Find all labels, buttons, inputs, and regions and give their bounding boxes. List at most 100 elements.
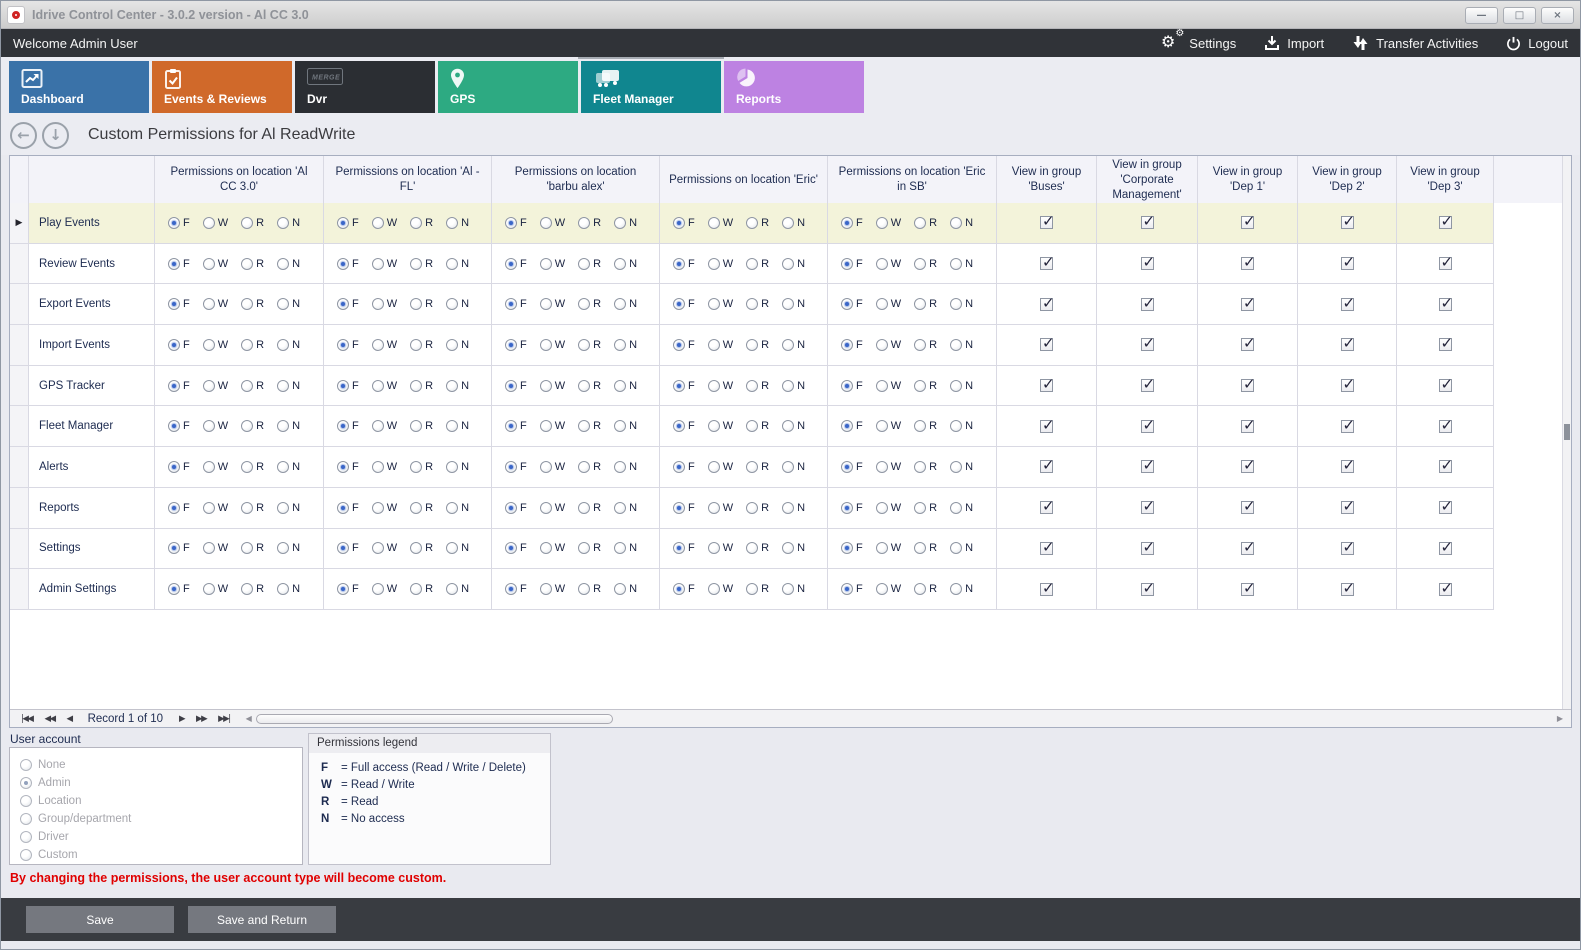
radio-option-N[interactable]: N xyxy=(446,502,469,514)
radio-W-icon[interactable] xyxy=(540,420,552,432)
radio-option-F[interactable]: F xyxy=(505,502,527,514)
radio-option-N[interactable]: N xyxy=(950,298,973,310)
radio-option-W[interactable]: W xyxy=(372,380,397,392)
radio-option-W[interactable]: W xyxy=(540,380,565,392)
logout-button[interactable]: Logout xyxy=(1506,36,1568,51)
radio-R-icon[interactable] xyxy=(578,502,590,514)
radio-option-W[interactable]: W xyxy=(708,542,733,554)
view-checkbox[interactable] xyxy=(1040,298,1053,311)
radio-F-icon[interactable] xyxy=(337,583,349,595)
radio-option-F[interactable]: F xyxy=(168,380,190,392)
radio-option-R[interactable]: R xyxy=(578,258,601,270)
radio-option-F[interactable]: F xyxy=(673,502,695,514)
radio-N-icon[interactable] xyxy=(950,380,962,392)
radio-option-R[interactable]: R xyxy=(914,502,937,514)
view-checkbox[interactable] xyxy=(1341,338,1354,351)
user-account-option-custom[interactable]: Custom xyxy=(20,846,302,864)
radio-option-W[interactable]: W xyxy=(540,217,565,229)
radio-option-F[interactable]: F xyxy=(337,380,359,392)
radio-option-N[interactable]: N xyxy=(614,339,637,351)
radio-option-W[interactable]: W xyxy=(876,339,901,351)
radio-R-icon[interactable] xyxy=(746,339,758,351)
view-checkbox[interactable] xyxy=(1040,501,1053,514)
radio-W-icon[interactable] xyxy=(708,420,720,432)
view-checkbox[interactable] xyxy=(1040,460,1053,473)
radio-N-icon[interactable] xyxy=(614,420,626,432)
radio-N-icon[interactable] xyxy=(614,583,626,595)
radio-option-R[interactable]: R xyxy=(241,217,264,229)
radio-option-F[interactable]: F xyxy=(505,461,527,473)
radio-N-icon[interactable] xyxy=(614,461,626,473)
radio-option-N[interactable]: N xyxy=(950,258,973,270)
radio-F-icon[interactable] xyxy=(673,258,685,270)
radio-N-icon[interactable] xyxy=(446,339,458,351)
radio-N-icon[interactable] xyxy=(277,583,289,595)
radio-R-icon[interactable] xyxy=(410,380,422,392)
radio-N-icon[interactable] xyxy=(446,583,458,595)
radio-F-icon[interactable] xyxy=(168,502,180,514)
radio-N-icon[interactable] xyxy=(614,502,626,514)
radio-N-icon[interactable] xyxy=(614,298,626,310)
radio-option-N[interactable]: N xyxy=(782,298,805,310)
radio-N-icon[interactable] xyxy=(614,217,626,229)
radio-R-icon[interactable] xyxy=(578,420,590,432)
radio-R-icon[interactable] xyxy=(241,583,253,595)
radio-R-icon[interactable] xyxy=(578,542,590,554)
radio-option-W[interactable]: W xyxy=(708,298,733,310)
radio-option-F[interactable]: F xyxy=(673,217,695,229)
radio-W-icon[interactable] xyxy=(372,380,384,392)
radio-option-N[interactable]: N xyxy=(950,217,973,229)
radio-none-icon[interactable] xyxy=(20,759,32,771)
radio-R-icon[interactable] xyxy=(241,420,253,432)
radio-option-N[interactable]: N xyxy=(446,380,469,392)
view-checkbox[interactable] xyxy=(1341,257,1354,270)
radio-R-icon[interactable] xyxy=(410,420,422,432)
radio-option-F[interactable]: F xyxy=(673,461,695,473)
radio-option-W[interactable]: W xyxy=(203,380,228,392)
radio-option-F[interactable]: F xyxy=(168,339,190,351)
radio-option-W[interactable]: W xyxy=(203,502,228,514)
save-and-return-button[interactable]: Save and Return xyxy=(188,906,336,933)
radio-W-icon[interactable] xyxy=(876,217,888,229)
radio-option-N[interactable]: N xyxy=(614,542,637,554)
radio-option-W[interactable]: W xyxy=(372,461,397,473)
radio-option-N[interactable]: N xyxy=(446,258,469,270)
radio-W-icon[interactable] xyxy=(203,258,215,270)
radio-option-F[interactable]: F xyxy=(841,298,863,310)
prev-record-button[interactable]: ◀ xyxy=(67,714,72,724)
radio-N-icon[interactable] xyxy=(446,217,458,229)
radio-option-W[interactable]: W xyxy=(372,217,397,229)
radio-W-icon[interactable] xyxy=(708,542,720,554)
radio-W-icon[interactable] xyxy=(540,298,552,310)
radio-option-W[interactable]: W xyxy=(203,420,228,432)
table-row[interactable]: Import EventsFWRNFWRNFWRNFWRNFWRN xyxy=(10,325,1571,366)
radio-option-F[interactable]: F xyxy=(337,420,359,432)
radio-option-R[interactable]: R xyxy=(746,502,769,514)
radio-option-F[interactable]: F xyxy=(337,258,359,270)
view-checkbox[interactable] xyxy=(1040,216,1053,229)
radio-option-W[interactable]: W xyxy=(540,542,565,554)
radio-option-F[interactable]: F xyxy=(841,502,863,514)
radio-option-W[interactable]: W xyxy=(372,583,397,595)
column-header-permission[interactable]: Permissions on location 'Al - FL' xyxy=(324,156,492,206)
radio-F-icon[interactable] xyxy=(337,298,349,310)
radio-option-R[interactable]: R xyxy=(410,298,433,310)
radio-option-F[interactable]: F xyxy=(673,542,695,554)
radio-N-icon[interactable] xyxy=(782,217,794,229)
radio-N-icon[interactable] xyxy=(782,583,794,595)
radio-option-F[interactable]: F xyxy=(673,583,695,595)
view-checkbox[interactable] xyxy=(1241,379,1254,392)
radio-option-W[interactable]: W xyxy=(876,258,901,270)
radio-W-icon[interactable] xyxy=(203,380,215,392)
view-checkbox[interactable] xyxy=(1439,216,1452,229)
radio-option-F[interactable]: F xyxy=(337,217,359,229)
radio-option-R[interactable]: R xyxy=(914,542,937,554)
radio-R-icon[interactable] xyxy=(746,298,758,310)
radio-option-R[interactable]: R xyxy=(578,339,601,351)
table-row[interactable]: Export EventsFWRNFWRNFWRNFWRNFWRN xyxy=(10,284,1571,325)
radio-option-W[interactable]: W xyxy=(708,380,733,392)
radio-W-icon[interactable] xyxy=(372,298,384,310)
radio-option-N[interactable]: N xyxy=(446,420,469,432)
radio-W-icon[interactable] xyxy=(540,339,552,351)
radio-option-N[interactable]: N xyxy=(446,217,469,229)
